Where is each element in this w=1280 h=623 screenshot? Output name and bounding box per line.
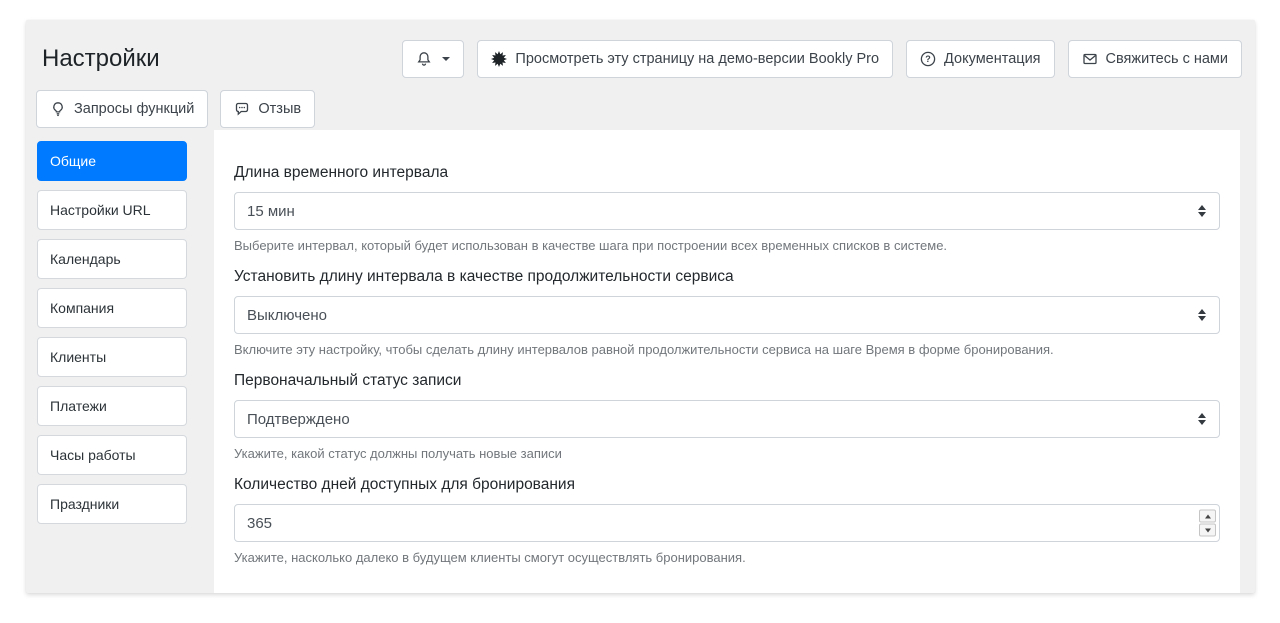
tab-business-hours[interactable]: Часы работы bbox=[37, 435, 187, 475]
up-down-arrows-icon bbox=[1198, 309, 1206, 321]
field-help: Укажите, насколько далеко в будущем клие… bbox=[234, 549, 1220, 566]
contact-us-label: Свяжитесь с нами bbox=[1106, 51, 1228, 67]
chevron-down-icon bbox=[442, 57, 450, 61]
documentation-button[interactable]: ? Документация bbox=[906, 40, 1054, 78]
view-demo-label: Просмотреть эту страницу на демо-версии … bbox=[515, 51, 879, 67]
settings-card: Настройки Просмотреть эту страницу н bbox=[26, 20, 1255, 593]
default-status-select[interactable]: Подтверждено bbox=[234, 400, 1220, 438]
feature-requests-label: Запросы функций bbox=[74, 101, 194, 117]
documentation-label: Документация bbox=[944, 51, 1040, 67]
tab-customers[interactable]: Клиенты bbox=[37, 337, 187, 377]
field-help: Выберите интервал, который будет использ… bbox=[234, 237, 1220, 254]
field-label: Установить длину интервала в качестве пр… bbox=[234, 268, 1220, 286]
time-slot-length-select[interactable]: 15 мин bbox=[234, 192, 1220, 230]
feedback-button[interactable]: Отзыв bbox=[220, 90, 315, 128]
lightbulb-icon bbox=[50, 101, 66, 117]
selected-value: Подтверждено bbox=[247, 411, 350, 428]
stepper-icon[interactable] bbox=[1199, 510, 1216, 537]
up-down-arrows-icon bbox=[1198, 413, 1206, 425]
stepper-up-button[interactable] bbox=[1199, 510, 1216, 523]
selected-value: 15 мин bbox=[247, 203, 295, 220]
view-demo-button[interactable]: Просмотреть эту страницу на демо-версии … bbox=[477, 40, 893, 78]
page-title: Настройки bbox=[42, 40, 160, 78]
available-days-input[interactable] bbox=[234, 504, 1220, 542]
tab-calendar[interactable]: Календарь bbox=[37, 239, 187, 279]
field-label: Первоначальный статус записи bbox=[234, 372, 1220, 390]
general-settings-panel: Длина временного интервала 15 мин Выбери… bbox=[214, 130, 1240, 593]
tab-payments[interactable]: Платежи bbox=[37, 386, 187, 426]
contact-us-button[interactable]: Свяжитесь с нами bbox=[1068, 40, 1242, 78]
field-slot-as-duration: Установить длину интервала в качестве пр… bbox=[234, 268, 1220, 358]
settings-tabs: Общие Настройки URL Календарь Компания К… bbox=[26, 130, 214, 593]
tab-company[interactable]: Компания bbox=[37, 288, 187, 328]
notifications-button[interactable] bbox=[402, 40, 464, 78]
tab-general[interactable]: Общие bbox=[37, 141, 187, 181]
feature-requests-button[interactable]: Запросы функций bbox=[36, 90, 208, 128]
header-row-1: Настройки Просмотреть эту страницу н bbox=[26, 20, 1255, 78]
field-default-status: Первоначальный статус записи Подтвержден… bbox=[234, 372, 1220, 462]
selected-value: Выключено bbox=[247, 307, 327, 324]
bell-icon bbox=[416, 51, 432, 67]
field-label: Длина временного интервала bbox=[234, 164, 1220, 182]
speech-bubble-icon bbox=[234, 101, 250, 117]
settings-body: Общие Настройки URL Календарь Компания К… bbox=[26, 130, 1255, 593]
field-time-slot-length: Длина временного интервала 15 мин Выбери… bbox=[234, 164, 1220, 254]
svg-text:?: ? bbox=[925, 54, 931, 64]
tab-holidays[interactable]: Праздники bbox=[37, 484, 187, 524]
envelope-icon bbox=[1082, 51, 1098, 67]
up-down-arrows-icon bbox=[1198, 205, 1206, 217]
field-help: Включите эту настройку, чтобы сделать дл… bbox=[234, 341, 1220, 358]
question-circle-icon: ? bbox=[920, 51, 936, 67]
header-buttons: Просмотреть эту страницу на демо-версии … bbox=[402, 40, 1242, 78]
field-available-days: Количество дней доступных для бронирован… bbox=[234, 476, 1220, 566]
stepper-down-button[interactable] bbox=[1199, 524, 1216, 537]
header-row-2: Запросы функций Отзыв bbox=[26, 78, 1255, 128]
field-label: Количество дней доступных для бронирован… bbox=[234, 476, 1220, 494]
tab-url-settings[interactable]: Настройки URL bbox=[37, 190, 187, 230]
bookly-burst-icon bbox=[491, 51, 507, 67]
feedback-label: Отзыв bbox=[258, 101, 301, 117]
slot-as-duration-select[interactable]: Выключено bbox=[234, 296, 1220, 334]
field-help: Укажите, какой статус должны получать но… bbox=[234, 445, 1220, 462]
